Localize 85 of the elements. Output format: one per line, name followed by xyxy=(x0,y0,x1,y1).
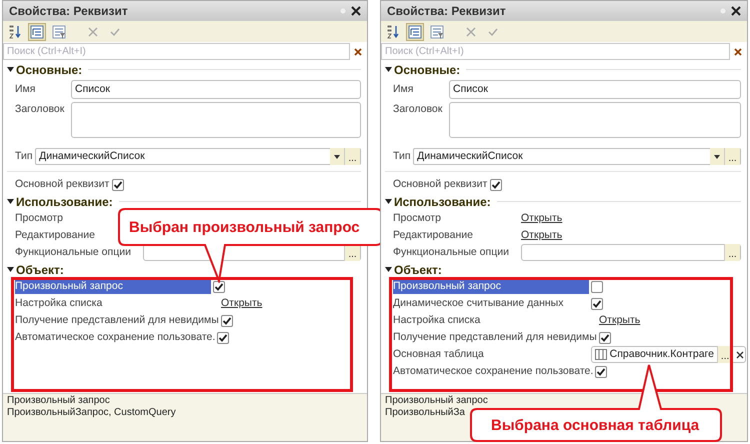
section-title: Объект: xyxy=(394,262,442,278)
expand-caret-icon[interactable] xyxy=(7,266,14,273)
expand-caret-icon[interactable] xyxy=(7,198,14,205)
property-label: Функциональные опции xyxy=(393,244,510,260)
section-title: Использование: xyxy=(16,194,113,210)
close-icon[interactable] xyxy=(351,6,361,16)
caption-field[interactable] xyxy=(449,102,741,138)
property-label[interactable]: Получение представлений для невидимы xyxy=(393,330,597,346)
expand-caret-icon[interactable] xyxy=(385,266,392,273)
table-icon xyxy=(595,349,607,360)
table-field[interactable]: Справочник.Контраге ... xyxy=(591,346,746,363)
description-text: ПроизвольныйЗа xyxy=(385,407,465,419)
name-field[interactable]: Список xyxy=(449,80,741,99)
open-link[interactable]: Открыть xyxy=(599,312,640,328)
checkbox[interactable] xyxy=(217,332,230,344)
section-title: Основные: xyxy=(394,62,460,78)
property-label: Заголовок xyxy=(15,102,66,117)
field-value: ДинамическийСписок xyxy=(39,148,146,164)
callout-text: Выбрана основная таблица xyxy=(491,416,700,436)
property-label[interactable]: Автоматическое сохранение пользовате. xyxy=(393,364,594,380)
dropdown-caret-icon[interactable] xyxy=(330,148,344,165)
tree-view-icon[interactable] xyxy=(408,24,422,38)
property-label[interactable]: Получение представлений для невидимы xyxy=(15,312,219,328)
property-label: Заголовок xyxy=(393,102,444,117)
options-field[interactable]: ... xyxy=(521,244,741,261)
open-link[interactable]: Открыть xyxy=(521,228,562,244)
property-label[interactable]: Основная таблица xyxy=(393,346,589,362)
sort-icon[interactable] xyxy=(8,24,22,38)
ellipsis-button[interactable]: ... xyxy=(344,148,360,165)
section-title: Основные: xyxy=(16,62,82,78)
description-text: ПроизвольныйЗапрос, CustomQuery xyxy=(7,407,176,419)
property-label[interactable]: Настройка списка xyxy=(393,312,589,328)
checkbox[interactable] xyxy=(598,332,611,344)
clear-icon[interactable] xyxy=(732,46,744,58)
section-title: Объект: xyxy=(16,262,64,278)
filter-list-icon[interactable] xyxy=(52,24,66,38)
dropdown-caret-icon[interactable] xyxy=(710,148,724,165)
description-text: Произвольный запрос xyxy=(7,395,110,407)
clear-icon[interactable] xyxy=(735,350,746,360)
callout-text: Выбран произвольный запрос xyxy=(129,218,360,238)
property-label: Имя xyxy=(15,82,36,97)
description-text: Произвольный запрос xyxy=(385,395,488,407)
property-label[interactable]: Динамическое считывание данных xyxy=(393,296,589,312)
checkbox[interactable] xyxy=(591,280,603,292)
type-dropdown[interactable]: ДинамическийСписок ... xyxy=(35,148,361,165)
checkbox[interactable] xyxy=(595,366,608,378)
search-field[interactable]: Поиск (Ctrl+Alt+I) xyxy=(3,43,350,60)
ellipsis-button[interactable]: ... xyxy=(724,244,740,261)
property-label: Просмотр xyxy=(15,210,64,226)
checkbox[interactable] xyxy=(213,280,225,292)
property-label: Тип xyxy=(393,148,411,164)
open-link[interactable]: Открыть xyxy=(521,210,562,226)
close-icon[interactable] xyxy=(731,6,741,16)
ellipsis-button[interactable]: ... xyxy=(724,148,740,165)
checkbox[interactable] xyxy=(112,178,124,190)
property-label: Функциональные опции xyxy=(15,244,132,260)
property-label: Тип xyxy=(15,148,33,164)
expand-caret-icon[interactable] xyxy=(7,66,14,73)
name-field[interactable]: Список xyxy=(71,80,361,99)
caption-field[interactable] xyxy=(71,102,361,138)
property-label: Имя xyxy=(393,82,414,97)
property-label[interactable]: Автоматическое сохранение пользовате. xyxy=(15,330,216,346)
section-title: Использование: xyxy=(394,194,491,210)
checkbox[interactable] xyxy=(591,298,603,310)
filter-list-icon[interactable] xyxy=(430,24,444,38)
panel-title: Свойства: Реквизит xyxy=(387,3,506,20)
property-label: Редактирование xyxy=(15,228,96,243)
tree-view-icon[interactable] xyxy=(30,24,44,38)
clear-icon[interactable] xyxy=(352,46,364,58)
property-label: Основной реквизит xyxy=(15,176,110,192)
property-label[interactable]: Настройка списка xyxy=(15,296,211,312)
property-label: Редактирование xyxy=(393,228,474,243)
search-field[interactable]: Поиск (Ctrl+Alt+I) xyxy=(381,43,730,60)
panel-title: Свойства: Реквизит xyxy=(9,3,128,20)
property-label: Просмотр xyxy=(393,210,442,226)
checkbox[interactable] xyxy=(220,314,233,326)
expand-caret-icon[interactable] xyxy=(385,198,392,205)
field-value: ДинамическийСписок xyxy=(417,148,524,164)
field-value: Справочник.Контраге xyxy=(610,346,714,362)
sort-icon[interactable] xyxy=(386,24,400,38)
type-dropdown[interactable]: ДинамическийСписок ... xyxy=(413,148,741,165)
open-link[interactable]: Открыть xyxy=(221,296,262,312)
property-label: Основной реквизит xyxy=(393,176,488,192)
checkbox[interactable] xyxy=(490,178,502,190)
expand-caret-icon[interactable] xyxy=(385,66,392,73)
